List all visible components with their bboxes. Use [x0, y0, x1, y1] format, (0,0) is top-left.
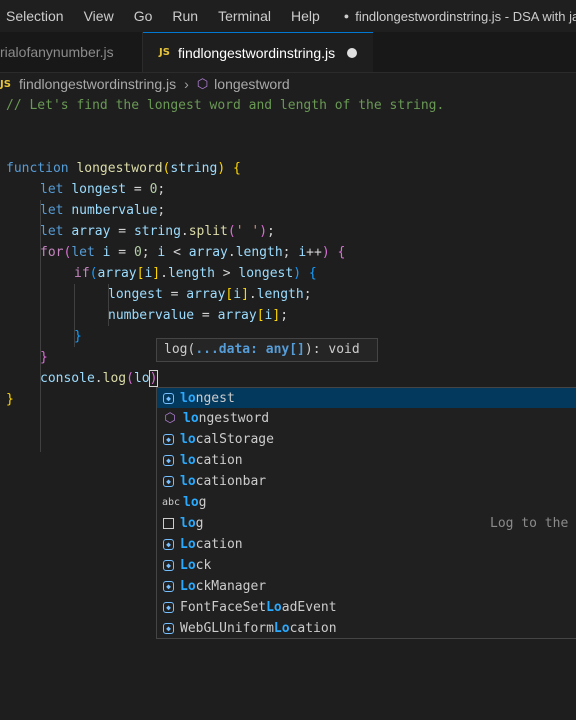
code-brace: } — [74, 329, 82, 344]
suggestion-item[interactable]: log Log to the co — [157, 513, 576, 533]
typed-text: lo — [133, 371, 150, 386]
tab-active[interactable]: JS findlongestwordinstring.js — [143, 32, 373, 72]
menu-run[interactable]: Run — [162, 8, 208, 24]
menu-bar: Selection View Go Run Terminal Help ● fi… — [0, 0, 576, 32]
suggestion-item[interactable]: ◆ locationbar — [157, 471, 576, 491]
tab-inactive[interactable]: rialofanynumber.js — [0, 32, 143, 72]
chevron-right-icon: › — [184, 76, 189, 92]
method-icon: ⬡ — [196, 76, 209, 91]
code-line-let-numbervalue: let numbervalue; — [40, 203, 166, 218]
code-brace: } — [40, 350, 48, 365]
variable-icon: ◆ — [163, 538, 174, 550]
variable-icon: ◆ — [163, 475, 174, 487]
variable-icon: ◆ — [163, 559, 174, 571]
snippet-icon — [163, 517, 174, 529]
code-line-let-array: let array = string.split(' '); — [40, 224, 275, 239]
menu-go[interactable]: Go — [124, 8, 163, 24]
code-brace: } — [6, 392, 14, 407]
keyword: function — [6, 161, 69, 176]
code-line-if: if(array[i].length > longest) { — [74, 266, 317, 281]
method-icon: ⬡ — [164, 410, 176, 426]
variable-icon: ◆ — [163, 601, 174, 613]
code-line-function: function longestword(string) { — [6, 161, 241, 176]
suggestion-item[interactable]: abc log — [157, 492, 576, 512]
text-icon: abc — [161, 496, 181, 508]
suggestion-item[interactable]: ◆ WebGLUniformLocation — [157, 618, 576, 638]
suggestion-item[interactable]: ◆ localStorage — [157, 429, 576, 449]
menu-view[interactable]: View — [74, 8, 124, 24]
param: string — [170, 161, 218, 176]
variable-icon: ◆ — [163, 392, 174, 404]
tab-label: findlongestwordinstring.js — [177, 44, 336, 61]
editor-tab-bar: rialofanynumber.js JS findlongestwordins… — [0, 32, 576, 73]
suggestion-detail: Log to the co — [490, 515, 576, 531]
code-line-console-log: console.log(lo) — [40, 370, 159, 387]
code-line-for: for(let i = 0; i < array.length; i++) { — [40, 245, 346, 260]
js-file-icon: JS — [0, 78, 11, 90]
parameter-hint-popup: log(...data: any[]): void — [156, 338, 378, 362]
code-line-let-longest: let longest = 0; — [40, 182, 166, 197]
window-title: findlongestwordinstring.js - DSA with ja — [355, 8, 576, 24]
js-file-icon: JS — [159, 47, 170, 58]
unsaved-dot-icon: ● — [343, 11, 350, 21]
variable-icon: ◆ — [163, 433, 174, 445]
variable-icon: ◆ — [163, 580, 174, 592]
breadcrumb-symbol[interactable]: longestword — [214, 76, 290, 92]
menu-selection[interactable]: Selection — [0, 8, 74, 24]
suggestion-item[interactable]: ◆ Location — [157, 534, 576, 554]
breadcrumb: JS findlongestwordinstring.js › ⬡ longes… — [0, 73, 576, 95]
suggestion-widget[interactable]: ◆ longest ⬡ longestword ◆ localStorage ◆… — [156, 387, 576, 639]
suggestion-item[interactable]: ◆ LockManager — [157, 576, 576, 596]
suggestion-item[interactable]: ⬡ longestword — [157, 408, 576, 428]
variable-icon: ◆ — [163, 622, 174, 634]
suggestion-item[interactable]: ◆ Lock — [157, 555, 576, 575]
menu-terminal[interactable]: Terminal — [208, 8, 281, 24]
menu-help[interactable]: Help — [281, 8, 330, 24]
suggestion-item[interactable]: ◆ FontFaceSetLoadEvent — [157, 597, 576, 617]
code-comment: // Let's find the longest word and lengt… — [6, 98, 445, 113]
suggestion-item[interactable]: ◆ location — [157, 450, 576, 470]
code-line-assign-longest: longest = array[i].length; — [108, 287, 312, 302]
code-line-assign-numbervalue: numbervalue = array[i]; — [108, 308, 289, 323]
unsaved-changes-icon[interactable] — [347, 47, 358, 58]
suggestion-item[interactable]: ◆ longest — [157, 388, 576, 408]
tab-label: rialofanynumber.js — [0, 44, 114, 60]
function-name: longestword — [76, 161, 163, 176]
breadcrumb-file[interactable]: findlongestwordinstring.js — [19, 76, 176, 92]
variable-icon: ◆ — [163, 454, 174, 466]
